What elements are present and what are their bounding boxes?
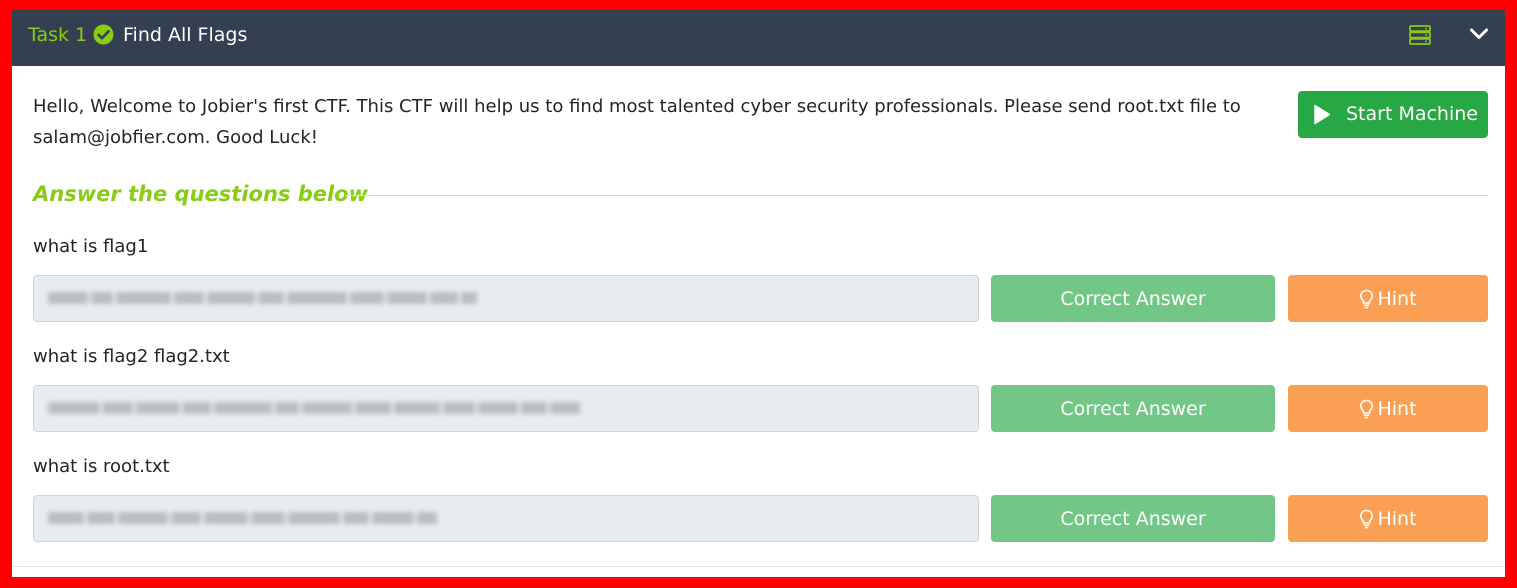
panel-bottom-divider — [12, 566, 1505, 567]
check-circle-icon — [93, 24, 114, 45]
task-description: Hello, Welcome to Jobier's first CTF. Th… — [33, 96, 1241, 148]
hint-button-flag1[interactable]: Hint — [1288, 275, 1488, 322]
answer-field-flag1[interactable] — [33, 275, 979, 322]
hint-label: Hint — [1377, 507, 1417, 530]
hint-button-flag2[interactable]: Hint — [1288, 385, 1488, 432]
start-machine-label: Start Machine — [1346, 103, 1478, 125]
start-machine-button[interactable]: Start Machine — [1298, 91, 1488, 138]
hint-label: Hint — [1377, 397, 1417, 420]
lightbulb-icon — [1360, 289, 1374, 308]
correct-answer-button-flag2[interactable]: Correct Answer — [991, 385, 1275, 432]
obscured-answer — [48, 509, 440, 527]
task-title: Find All Flags — [123, 24, 248, 46]
question-label-flag2: what is flag2 flag2.txt — [33, 346, 230, 367]
lightbulb-icon — [1360, 509, 1374, 528]
task-panel: Task 1 Find All Flags Hello, Welcome to … — [12, 10, 1505, 577]
obscured-answer — [48, 399, 583, 417]
correct-answer-button-root[interactable]: Correct Answer — [991, 495, 1275, 542]
question-label-flag1: what is flag1 — [33, 236, 149, 257]
correct-answer-label: Correct Answer — [1060, 397, 1206, 420]
task-number: Task 1 — [28, 24, 88, 46]
obscured-answer — [48, 289, 480, 307]
chevron-down-icon[interactable] — [1469, 27, 1489, 41]
answers-heading: Answer the questions below — [33, 182, 369, 206]
question-label-root: what is root.txt — [33, 456, 170, 477]
answer-field-root[interactable] — [33, 495, 979, 542]
correct-answer-label: Correct Answer — [1060, 507, 1206, 530]
server-icon[interactable] — [1409, 25, 1431, 45]
correct-answer-label: Correct Answer — [1060, 287, 1206, 310]
heading-divider — [345, 195, 1488, 196]
lightbulb-icon — [1360, 399, 1374, 418]
correct-answer-button-flag1[interactable]: Correct Answer — [991, 275, 1275, 322]
play-icon — [1314, 104, 1331, 125]
task-header[interactable]: Task 1 Find All Flags — [12, 10, 1505, 66]
hint-button-root[interactable]: Hint — [1288, 495, 1488, 542]
answer-field-flag2[interactable] — [33, 385, 979, 432]
hint-label: Hint — [1377, 287, 1417, 310]
